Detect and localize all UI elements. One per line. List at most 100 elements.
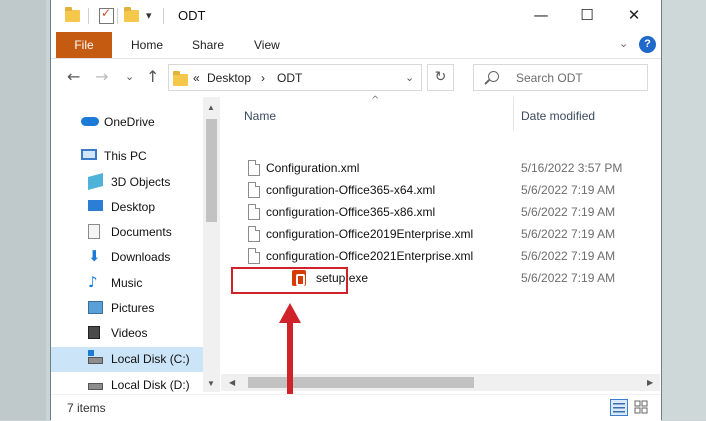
back-button[interactable]: ← (67, 67, 80, 86)
xml-file-icon (248, 204, 260, 220)
ribbon-expand-icon[interactable]: ⌄ (619, 37, 628, 50)
column-date-modified[interactable]: Date modified (521, 109, 595, 123)
windows-logo-icon (88, 350, 94, 356)
file-name: configuration-Office365-x64.xml (266, 183, 436, 197)
file-name: configuration-Office2021Enterprise.xml (266, 249, 474, 263)
sidebar-item-local-disk-c[interactable]: Local Disk (C:) (51, 347, 203, 372)
folder-icon (173, 71, 188, 86)
file-date: 5/6/2022 7:19 AM (521, 183, 616, 197)
desktop-icon (88, 200, 103, 211)
close-button[interactable]: ✕ (621, 5, 647, 25)
search-icon (488, 71, 499, 82)
scrollbar-thumb[interactable] (206, 119, 217, 222)
xml-file-icon (248, 248, 260, 264)
file-date: 5/6/2022 7:19 AM (521, 205, 616, 219)
breadcrumb-odt[interactable]: ODT (277, 71, 302, 85)
properties-icon[interactable] (99, 6, 114, 24)
sidebar-item-3d-objects[interactable]: 3D Objects (51, 170, 203, 195)
window-title: ODT (178, 8, 206, 23)
explorer-window: ▾ ODT — ☐ ✕ File Home Share View ⌄ ? ← →… (50, 0, 662, 421)
sidebar-item-label: Local Disk (C:) (111, 352, 190, 366)
sidebar-item-label: Desktop (111, 200, 156, 214)
file-row[interactable]: configuration-Office365-x86.xml 5/6/2022… (221, 202, 651, 224)
recent-locations-icon[interactable]: ⌄ (125, 70, 134, 83)
breadcrumb-desktop[interactable]: Desktop (207, 71, 251, 85)
title-bar: ▾ ODT — ☐ ✕ (51, 0, 661, 32)
scroll-up-icon[interactable]: ▲ (207, 103, 215, 112)
large-icons-view-icon[interactable] (633, 399, 651, 416)
tab-file[interactable]: File (56, 32, 112, 58)
file-row[interactable]: configuration-Office365-x64.xml 5/6/2022… (221, 180, 651, 202)
downloads-icon: ⬇ (88, 247, 101, 265)
forward-button[interactable]: → (95, 67, 108, 86)
videos-icon (88, 326, 100, 339)
music-icon: ♪ (88, 273, 98, 291)
sidebar-item-label: 3D Objects (111, 175, 171, 189)
address-bar[interactable]: « Desktop › ODT ⌄ (168, 64, 422, 91)
sidebar-item-documents[interactable]: Documents (51, 220, 203, 245)
file-name: configuration-Office365-x86.xml (266, 205, 436, 219)
onedrive-icon (81, 117, 99, 126)
xml-file-icon (248, 182, 260, 198)
sidebar-item-label: Pictures (111, 301, 155, 315)
divider (88, 8, 89, 24)
file-row[interactable]: configuration-Office2021Enterprise.xml 5… (221, 246, 651, 268)
maximize-button[interactable]: ☐ (574, 5, 600, 25)
drive-d-icon (88, 383, 103, 390)
up-button[interactable]: ↑ (146, 67, 159, 86)
sidebar-item-label: Documents (111, 225, 172, 239)
sidebar-item-label: Music (111, 276, 143, 290)
file-date: 5/6/2022 7:19 AM (521, 227, 616, 241)
ribbon: File Home Share View ⌄ ? (51, 32, 661, 59)
sidebar-item-label: This PC (104, 149, 147, 163)
file-row[interactable]: Configuration.xml 5/16/2022 3:57 PM (221, 158, 651, 180)
customize-dropdown-icon[interactable]: ▾ (146, 9, 152, 22)
refresh-button[interactable]: ↻ (427, 64, 454, 91)
tab-home[interactable]: Home (131, 38, 163, 52)
sort-ascending-icon: ^ (371, 95, 380, 106)
background-left (0, 0, 46, 420)
sidebar-item-label: OneDrive (104, 115, 155, 129)
navigation-pane: OneDrive This PC 3D Objects Desktop Docu… (51, 97, 221, 392)
navigation-bar: ← → ⌄ ↑ « Desktop › ODT ⌄ ↻ Search ODT (51, 59, 661, 97)
sidebar-item-this-pc[interactable]: This PC (51, 144, 203, 169)
sidebar-item-downloads[interactable]: ⬇ Downloads (51, 245, 203, 270)
sidebar-item-label: Downloads (111, 250, 171, 264)
xml-file-icon (248, 226, 260, 242)
scroll-down-icon[interactable]: ▼ (207, 379, 215, 388)
sidebar-item-onedrive[interactable]: OneDrive (51, 110, 203, 135)
column-name[interactable]: Name (244, 109, 276, 123)
highlight-box (231, 267, 348, 294)
minimize-button[interactable]: — (528, 5, 554, 25)
3d-objects-icon (88, 172, 103, 191)
sidebar-item-videos[interactable]: Videos (51, 321, 203, 346)
tab-view[interactable]: View (254, 38, 280, 52)
details-view-icon[interactable] (610, 399, 628, 416)
file-date: 5/6/2022 7:19 AM (521, 249, 616, 263)
breadcrumb-separator[interactable]: › (261, 71, 265, 85)
drive-c-icon (88, 357, 103, 364)
search-placeholder: Search ODT (516, 71, 583, 85)
annotation-arrow (279, 303, 301, 403)
help-icon[interactable]: ? (639, 36, 656, 53)
file-name: configuration-Office2019Enterprise.xml (266, 227, 474, 241)
scroll-left-icon[interactable]: ◀ (229, 378, 235, 387)
item-count: 7 items (67, 401, 106, 415)
sidebar-item-pictures[interactable]: Pictures (51, 296, 203, 321)
nav-scrollbar[interactable]: ▲ ▼ (203, 97, 220, 392)
sidebar-item-desktop[interactable]: Desktop (51, 195, 203, 220)
scroll-right-icon[interactable]: ▶ (647, 378, 653, 387)
search-input[interactable]: Search ODT (473, 64, 648, 91)
pictures-icon (88, 301, 103, 314)
column-header: ^ Name Date modified (221, 95, 660, 155)
address-overflow[interactable]: « (193, 71, 200, 85)
sidebar-item-music[interactable]: ♪ Music (51, 271, 203, 296)
file-row[interactable]: configuration-Office2019Enterprise.xml 5… (221, 224, 651, 246)
column-divider[interactable] (513, 97, 514, 131)
sidebar-item-label: Videos (111, 326, 148, 340)
chevron-down-icon[interactable]: ⌄ (405, 71, 414, 84)
documents-icon (88, 224, 100, 239)
status-bar: 7 items (51, 394, 661, 421)
this-pc-icon (81, 149, 97, 160)
tab-share[interactable]: Share (192, 38, 224, 52)
